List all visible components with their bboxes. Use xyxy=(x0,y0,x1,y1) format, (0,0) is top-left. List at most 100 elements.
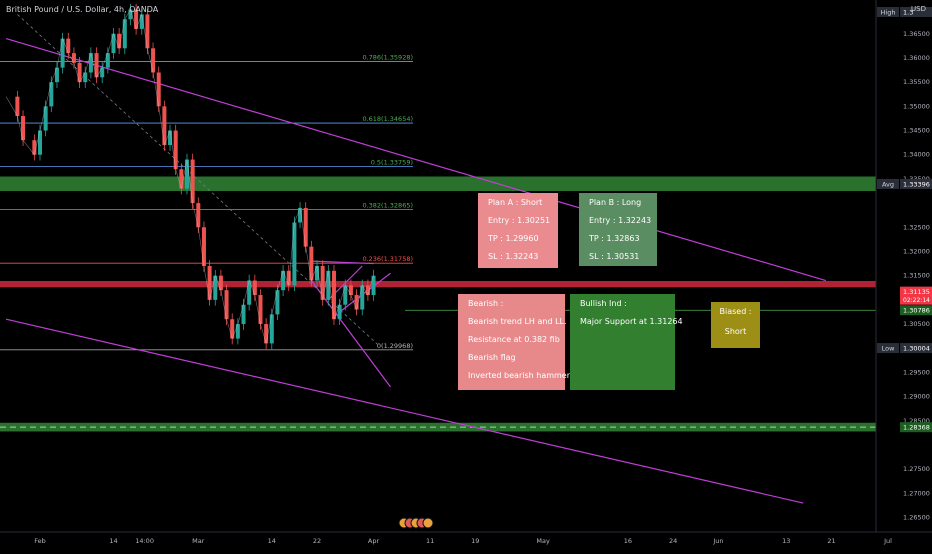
candle-body xyxy=(309,246,314,281)
candle-body xyxy=(184,159,189,189)
price-tag-label: Low xyxy=(882,345,895,353)
x-tick-label: 19 xyxy=(471,537,479,545)
chart-title: British Pound / U.S. Dollar, 4h, OANDA xyxy=(6,5,159,14)
price-chart-svg[interactable]: 0.786(1.35928) 0.618(1.34654) 0.5(1.33759)… xyxy=(0,0,932,550)
bearish-note[interactable]: Bearish : Bearish trend LH and LL. Resis… xyxy=(458,294,571,390)
x-tick-label: Mar xyxy=(192,537,205,545)
plan-b-sl: SL : 1.30531 xyxy=(589,252,640,261)
y-tick-label: 1.31500 xyxy=(903,272,930,280)
candle-body xyxy=(54,67,59,83)
x-tick-label: 14 xyxy=(109,537,117,545)
y-tick-label: 1.35500 xyxy=(903,78,930,86)
price-tag-value: 1.30786 xyxy=(903,307,930,315)
x-tick-label: Apr xyxy=(368,537,380,545)
x-tick-label: 13 xyxy=(782,537,790,545)
y-tick-label: 1.36000 xyxy=(903,54,930,62)
y-tick-label: 1.29000 xyxy=(903,393,930,401)
candle-body xyxy=(105,53,110,68)
x-tick-label: 24 xyxy=(669,537,677,545)
x-tick-label: 14:00 xyxy=(135,537,154,545)
y-tick-label: 1.30500 xyxy=(903,320,930,328)
candle-body xyxy=(21,116,26,141)
price-tag-label: Avg xyxy=(882,180,894,188)
y-tick-label: 1.32000 xyxy=(903,247,930,255)
candle-body xyxy=(292,222,297,286)
y-tick-label: 1.34500 xyxy=(903,127,930,135)
candle-body xyxy=(320,266,325,300)
candle-body xyxy=(151,48,156,73)
candle-body xyxy=(71,53,76,63)
plan-a-note[interactable]: Plan A : Short Entry : 1.30251 TP : 1.29… xyxy=(478,193,558,268)
fib-level-label: 0.5(1.33759) xyxy=(371,158,413,166)
candle-body xyxy=(179,169,184,189)
price-tag-value: 1.28368 xyxy=(903,424,930,432)
resistance-zone xyxy=(0,280,876,288)
candle-body xyxy=(201,227,206,266)
x-tick-label: 22 xyxy=(313,537,321,545)
candle-body xyxy=(196,203,201,228)
bullish-title: Bullish Ind : xyxy=(580,299,627,308)
event-flag-icon xyxy=(422,517,434,529)
support-zone xyxy=(0,176,876,192)
fib-level-label: 0.382(1.32865) xyxy=(362,202,413,210)
candle-body xyxy=(38,130,42,155)
bullish-line: Major Support at 1.31264 xyxy=(580,317,683,326)
bearish-line: Bearish flag xyxy=(468,353,516,362)
x-tick-label: 11 xyxy=(426,537,434,545)
price-tag-countdown: 02:22:14 xyxy=(903,297,930,304)
y-tick-label: 1.27500 xyxy=(903,465,930,473)
candle-body xyxy=(337,304,342,320)
y-tick-label: 1.36500 xyxy=(903,30,930,38)
x-tick-label: 16 xyxy=(624,537,632,545)
fib-level-label: 0(1.29968) xyxy=(377,342,413,350)
candle-body xyxy=(94,53,99,78)
y-tick-label: 1.27000 xyxy=(903,489,930,497)
y-tick-label: 1.26500 xyxy=(903,514,930,522)
biased-note[interactable]: Biased : Short xyxy=(711,302,760,348)
candle-body xyxy=(190,159,195,204)
candle-body xyxy=(264,324,269,344)
candle-body xyxy=(275,290,280,315)
bearish-title: Bearish : xyxy=(468,299,504,308)
plan-a-sl: SL : 1.32243 xyxy=(488,252,539,261)
currency-label: USD xyxy=(911,5,926,13)
bullish-note[interactable]: Bullish Ind : Major Support at 1.31264 xyxy=(570,294,683,390)
biased-value: Short xyxy=(724,327,747,336)
candle-body xyxy=(252,280,257,296)
bearish-line: Resistance at 0.382 fib xyxy=(468,335,560,344)
x-tick-label: Jun xyxy=(712,537,723,545)
event-icons xyxy=(398,517,434,529)
fib-level-label: 0.618(1.34654) xyxy=(362,115,413,123)
y-tick-label: 1.34000 xyxy=(903,151,930,159)
price-tag-value: 1.33396 xyxy=(903,180,930,188)
candle-body xyxy=(162,106,167,146)
candle-body xyxy=(348,285,353,296)
bearish-line: Inverted bearish hammer xyxy=(468,371,571,380)
fib-level-label: 0.236(1.31758) xyxy=(362,255,413,263)
price-tag-label: High xyxy=(881,9,896,17)
candle-body xyxy=(83,72,88,83)
candle-body xyxy=(371,275,376,296)
candle-body xyxy=(241,304,246,325)
candle-body xyxy=(269,314,274,344)
candle-body xyxy=(218,275,223,291)
x-tick-label: Feb xyxy=(34,537,46,545)
price-tag-value: 1.31135 xyxy=(903,288,930,296)
candle-body xyxy=(100,67,105,78)
x-tick-label: May xyxy=(536,537,550,545)
y-tick-label: 1.29500 xyxy=(903,368,930,376)
candle-body xyxy=(331,270,336,320)
plan-b-note[interactable]: Plan B : Long Entry : 1.32243 TP : 1.328… xyxy=(579,193,657,266)
y-tick-label: 1.35000 xyxy=(903,102,930,110)
price-tag-value: 1.30004 xyxy=(903,345,930,353)
plan-b-tp: TP : 1.32863 xyxy=(589,234,640,243)
y-tick-label: 1.32500 xyxy=(903,223,930,231)
chart[interactable]: 0.786(1.35928) 0.618(1.34654) 0.5(1.33759)… xyxy=(0,0,932,550)
candle-body xyxy=(303,207,308,247)
candle-body xyxy=(173,130,178,170)
candle-body xyxy=(66,38,71,54)
x-tick-label: 21 xyxy=(827,537,835,545)
candle-body xyxy=(122,19,127,49)
bearish-line: Bearish trend LH and LL. xyxy=(468,317,567,326)
candle-body xyxy=(49,82,54,107)
